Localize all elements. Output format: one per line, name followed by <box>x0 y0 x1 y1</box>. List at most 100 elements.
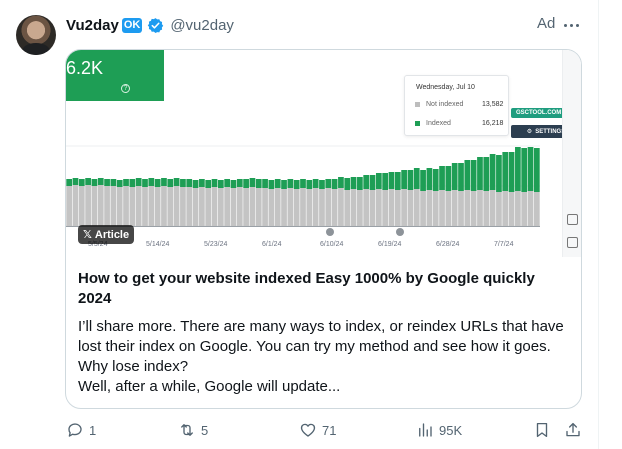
chart-bar-indexed <box>464 160 471 190</box>
chart-bar-indexed <box>66 179 73 186</box>
chart-bar-not-indexed <box>458 191 464 226</box>
chart-bar-not-indexed <box>394 190 401 226</box>
chart-bar-not-indexed <box>502 191 509 226</box>
chart-bar-not-indexed <box>192 188 199 226</box>
repost-button[interactable]: 5 <box>178 421 208 439</box>
chart-bar-not-indexed <box>78 186 85 226</box>
chart-bar-not-indexed <box>287 188 294 226</box>
chart-bar-indexed <box>306 180 313 189</box>
chart-bar-not-indexed <box>496 192 502 226</box>
chart-bar-indexed <box>268 180 275 189</box>
chart-bar-not-indexed <box>439 190 445 226</box>
reply-button[interactable]: 1 <box>66 421 96 439</box>
chart-bar-not-indexed <box>249 187 256 226</box>
chart-bar-not-indexed <box>110 186 117 226</box>
more-dots-icon[interactable] <box>562 16 582 34</box>
chart-bar-not-indexed <box>338 188 344 226</box>
chart-bar-indexed <box>325 179 332 188</box>
chart-bar-not-indexed <box>382 190 389 226</box>
avatar[interactable] <box>16 15 56 55</box>
chart-event-marker <box>396 228 404 236</box>
chart-bar-indexed <box>382 173 389 190</box>
chart-bar-indexed <box>287 179 294 188</box>
avatar-figure <box>22 43 50 55</box>
tooltip-value: 16,218 <box>482 120 504 127</box>
x-tick-label: 6/28/24 <box>436 241 459 248</box>
chart-bar-indexed <box>350 177 357 189</box>
chart-bar-not-indexed <box>116 187 123 226</box>
chart-event-marker <box>326 228 334 236</box>
chart-bar-not-indexed <box>154 187 161 226</box>
gear-icon: ⚙ <box>526 129 533 135</box>
chart-bar-not-indexed <box>91 186 98 226</box>
chart-bar-indexed <box>97 178 104 185</box>
x-tick-label: 5/14/24 <box>146 241 169 248</box>
chart-bar-indexed <box>515 147 521 191</box>
bookmark-icon <box>536 422 548 438</box>
views-count: 95K <box>439 422 463 438</box>
chart-bar-indexed <box>167 179 174 187</box>
repost-icon <box>181 424 193 436</box>
chart-bar-not-indexed <box>262 188 268 226</box>
chart-bar-not-indexed <box>451 190 458 226</box>
chart-bar-indexed <box>110 179 117 186</box>
chart-bar-indexed <box>135 178 142 186</box>
image-toolbar <box>562 50 581 257</box>
chart-bar-indexed <box>508 152 515 192</box>
chart-bar-not-indexed <box>312 188 319 226</box>
chart-bar-not-indexed <box>148 186 155 226</box>
chart-bar-not-indexed <box>445 191 452 226</box>
chart-bar-indexed <box>173 178 180 186</box>
chart-bar-indexed <box>483 157 490 191</box>
chart-bar-not-indexed <box>97 185 104 226</box>
chart-bar-not-indexed <box>66 186 73 226</box>
bookmark-button[interactable] <box>533 421 551 439</box>
chart-bar-not-indexed <box>464 190 471 226</box>
article-title[interactable]: How to get your website indexed Easy 100… <box>78 269 568 309</box>
chart-bar-indexed <box>205 180 212 188</box>
share-button[interactable] <box>564 421 582 439</box>
indexed-swatch <box>415 121 420 126</box>
article-description-line: Well, after a while, Google will update.… <box>78 378 341 395</box>
tooltip-row-not-indexed: Not indexed 13,582 <box>415 101 503 108</box>
chart-bar-not-indexed <box>281 189 287 226</box>
views-button[interactable]: 95K <box>416 421 462 439</box>
views-chart-icon <box>419 423 432 437</box>
author-name[interactable]: Vu2day <box>66 17 119 34</box>
repost-count: 5 <box>201 422 209 438</box>
chart-bar-not-indexed <box>407 190 414 226</box>
chart-bar-indexed <box>72 178 79 185</box>
chart-bar-not-indexed <box>186 187 193 226</box>
settings-badge-label: SETTINGS <box>535 128 566 135</box>
chart-tooltip: Wednesday, Jul 10 Not indexed 13,582 Ind… <box>404 75 509 136</box>
article-description-line: lost their index on Google. You can try … <box>78 338 551 355</box>
chart-bar-indexed <box>243 179 249 188</box>
chart-bar-indexed <box>489 154 496 190</box>
chart-bar-not-indexed <box>489 190 496 226</box>
chart-bar-indexed <box>369 175 376 190</box>
chart-bar-not-indexed <box>432 191 439 226</box>
share-icon <box>566 422 580 437</box>
chart-bar-not-indexed <box>483 191 490 226</box>
gsctool-badge: GSCTOOL.COM <box>511 108 567 118</box>
like-button[interactable]: 71 <box>299 421 336 439</box>
chart-bar-not-indexed <box>300 188 306 226</box>
chart-bar-indexed <box>281 180 287 189</box>
chart-bar-not-indexed <box>413 189 420 226</box>
chart-bar-indexed <box>331 179 338 189</box>
verified-badge-icon <box>148 17 164 33</box>
tweet-actions: 1 5 71 95K <box>0 421 598 443</box>
chart-bar-indexed <box>148 178 155 186</box>
chart-bar-indexed <box>407 170 414 190</box>
chart-bar-indexed <box>236 179 243 187</box>
article-card[interactable]: 5/5/24 5/14/24 5/23/24 6/1/24 6/10/24 6/19/24… <box>65 49 582 409</box>
chart-bar-not-indexed <box>527 191 534 226</box>
heart-icon <box>300 423 316 437</box>
chart-bar-not-indexed <box>325 188 332 226</box>
chart-bar-indexed <box>116 180 123 187</box>
author-handle[interactable]: @vu2day <box>170 17 234 34</box>
chart-bar-indexed <box>470 160 477 191</box>
article-card-image: 5/5/24 5/14/24 5/23/24 6/1/24 6/10/24 6/19/24… <box>66 50 581 257</box>
chart-bar-indexed <box>224 179 231 187</box>
chart-bar-not-indexed <box>236 187 243 226</box>
